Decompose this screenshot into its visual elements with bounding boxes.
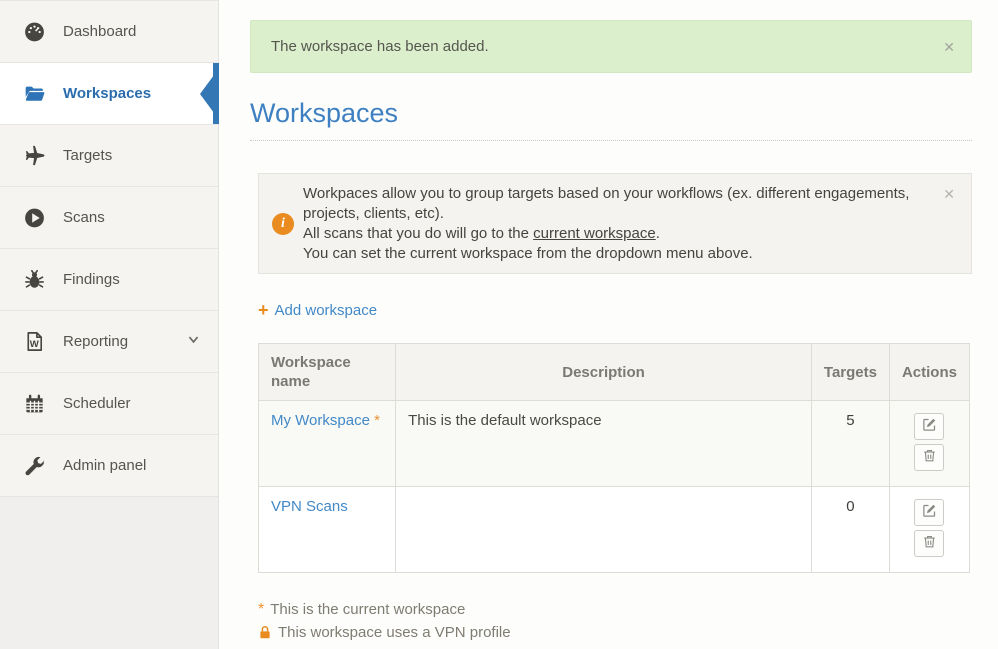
sidebar-item-admin-panel[interactable]: Admin panel <box>0 435 218 497</box>
sidebar-item-scheduler[interactable]: Scheduler <box>0 373 218 435</box>
workspace-description-cell <box>396 487 812 573</box>
table-row: My Workspace * This is the default works… <box>259 401 970 487</box>
footnote-vpn-profile: This workspace uses a VPN profile <box>258 621 972 644</box>
add-workspace-button[interactable]: + Add workspace <box>258 301 377 319</box>
close-icon[interactable]: ✕ <box>943 40 955 54</box>
info-line-1: Workpaces allow you to group targets bas… <box>303 184 919 224</box>
workspace-description-cell: This is the default workspace <box>396 401 812 487</box>
sidebar: Dashboard Workspaces Targets <box>0 0 219 649</box>
workspaces-table: Workspace name Description Targets Actio… <box>258 343 970 573</box>
sidebar-item-dashboard[interactable]: Dashboard <box>0 1 218 63</box>
sidebar-item-reporting[interactable]: W Reporting <box>0 311 218 373</box>
scheduler-icon <box>21 391 47 417</box>
sidebar-item-label: Scheduler <box>63 395 131 412</box>
sidebar-item-workspaces[interactable]: Workspaces <box>0 63 218 125</box>
header-actions: Actions <box>889 344 969 401</box>
page-title: Workspaces <box>250 98 972 141</box>
sidebar-item-scans[interactable]: Scans <box>0 187 218 249</box>
workspace-link[interactable]: VPN Scans <box>271 498 348 515</box>
edit-icon <box>922 503 937 522</box>
header-description: Description <box>396 344 812 401</box>
workspace-actions-cell <box>889 487 969 573</box>
table-header-row: Workspace name Description Targets Actio… <box>259 344 970 401</box>
sidebar-item-label: Reporting <box>63 333 128 350</box>
main-content: The workspace has been added. ✕ Workspac… <box>220 0 998 649</box>
sidebar-item-label: Targets <box>63 147 112 164</box>
workspace-name-cell: VPN Scans <box>259 487 396 573</box>
sidebar-item-label: Findings <box>63 271 120 288</box>
targets-icon <box>21 143 47 169</box>
chevron-down-icon <box>187 333 200 350</box>
edit-workspace-button[interactable] <box>914 499 944 526</box>
add-workspace-label: Add workspace <box>275 302 378 319</box>
footnote-current-workspace: * This is the current workspace <box>258 598 972 621</box>
svg-text:W: W <box>29 339 39 350</box>
success-alert-message: The workspace has been added. <box>271 38 489 55</box>
sidebar-item-label: Workspaces <box>63 85 151 102</box>
header-targets: Targets <box>811 344 889 401</box>
delete-workspace-button[interactable] <box>914 444 944 471</box>
edit-workspace-button[interactable] <box>914 413 944 440</box>
close-icon[interactable]: ✕ <box>943 187 955 201</box>
success-alert: The workspace has been added. ✕ <box>250 20 972 73</box>
info-line-3: You can set the current workspace from t… <box>303 244 919 264</box>
delete-workspace-button[interactable] <box>914 530 944 557</box>
workspace-targets-cell: 5 <box>811 401 889 487</box>
footnotes: * This is the current workspace This wor… <box>258 598 972 644</box>
footnote-text: This workspace uses a VPN profile <box>278 621 511 644</box>
edit-icon <box>922 417 937 436</box>
trash-icon <box>922 448 937 467</box>
info-box: i ✕ Workpaces allow you to group targets… <box>258 173 972 274</box>
lock-icon <box>258 625 272 640</box>
admin-icon <box>21 453 47 479</box>
sidebar-item-findings[interactable]: Findings <box>0 249 218 311</box>
workspace-targets-cell: 0 <box>811 487 889 573</box>
info-icon: i <box>272 213 294 235</box>
workspace-link[interactable]: My Workspace <box>271 412 370 429</box>
active-indicator-arrow <box>200 75 214 113</box>
workspace-actions-cell <box>889 401 969 487</box>
findings-icon <box>21 267 47 293</box>
footnote-text: This is the current workspace <box>270 598 465 621</box>
sidebar-item-label: Scans <box>63 209 105 226</box>
table-row: VPN Scans 0 <box>259 487 970 573</box>
workspaces-icon <box>21 81 47 107</box>
workspace-name-cell: My Workspace * <box>259 401 396 487</box>
dashboard-icon <box>21 19 47 45</box>
current-workspace-link[interactable]: current workspace <box>533 225 656 242</box>
sidebar-item-targets[interactable]: Targets <box>0 125 218 187</box>
header-workspace-name: Workspace name <box>259 344 396 401</box>
trash-icon <box>922 534 937 553</box>
asterisk-icon: * <box>258 598 264 621</box>
plus-icon: + <box>258 301 269 319</box>
reporting-icon: W <box>21 329 47 355</box>
sidebar-item-label: Admin panel <box>63 457 146 474</box>
info-line-2: All scans that you do will go to the cur… <box>303 224 919 244</box>
sidebar-item-label: Dashboard <box>63 23 136 40</box>
current-workspace-marker: * <box>374 412 380 429</box>
scans-icon <box>21 205 47 231</box>
